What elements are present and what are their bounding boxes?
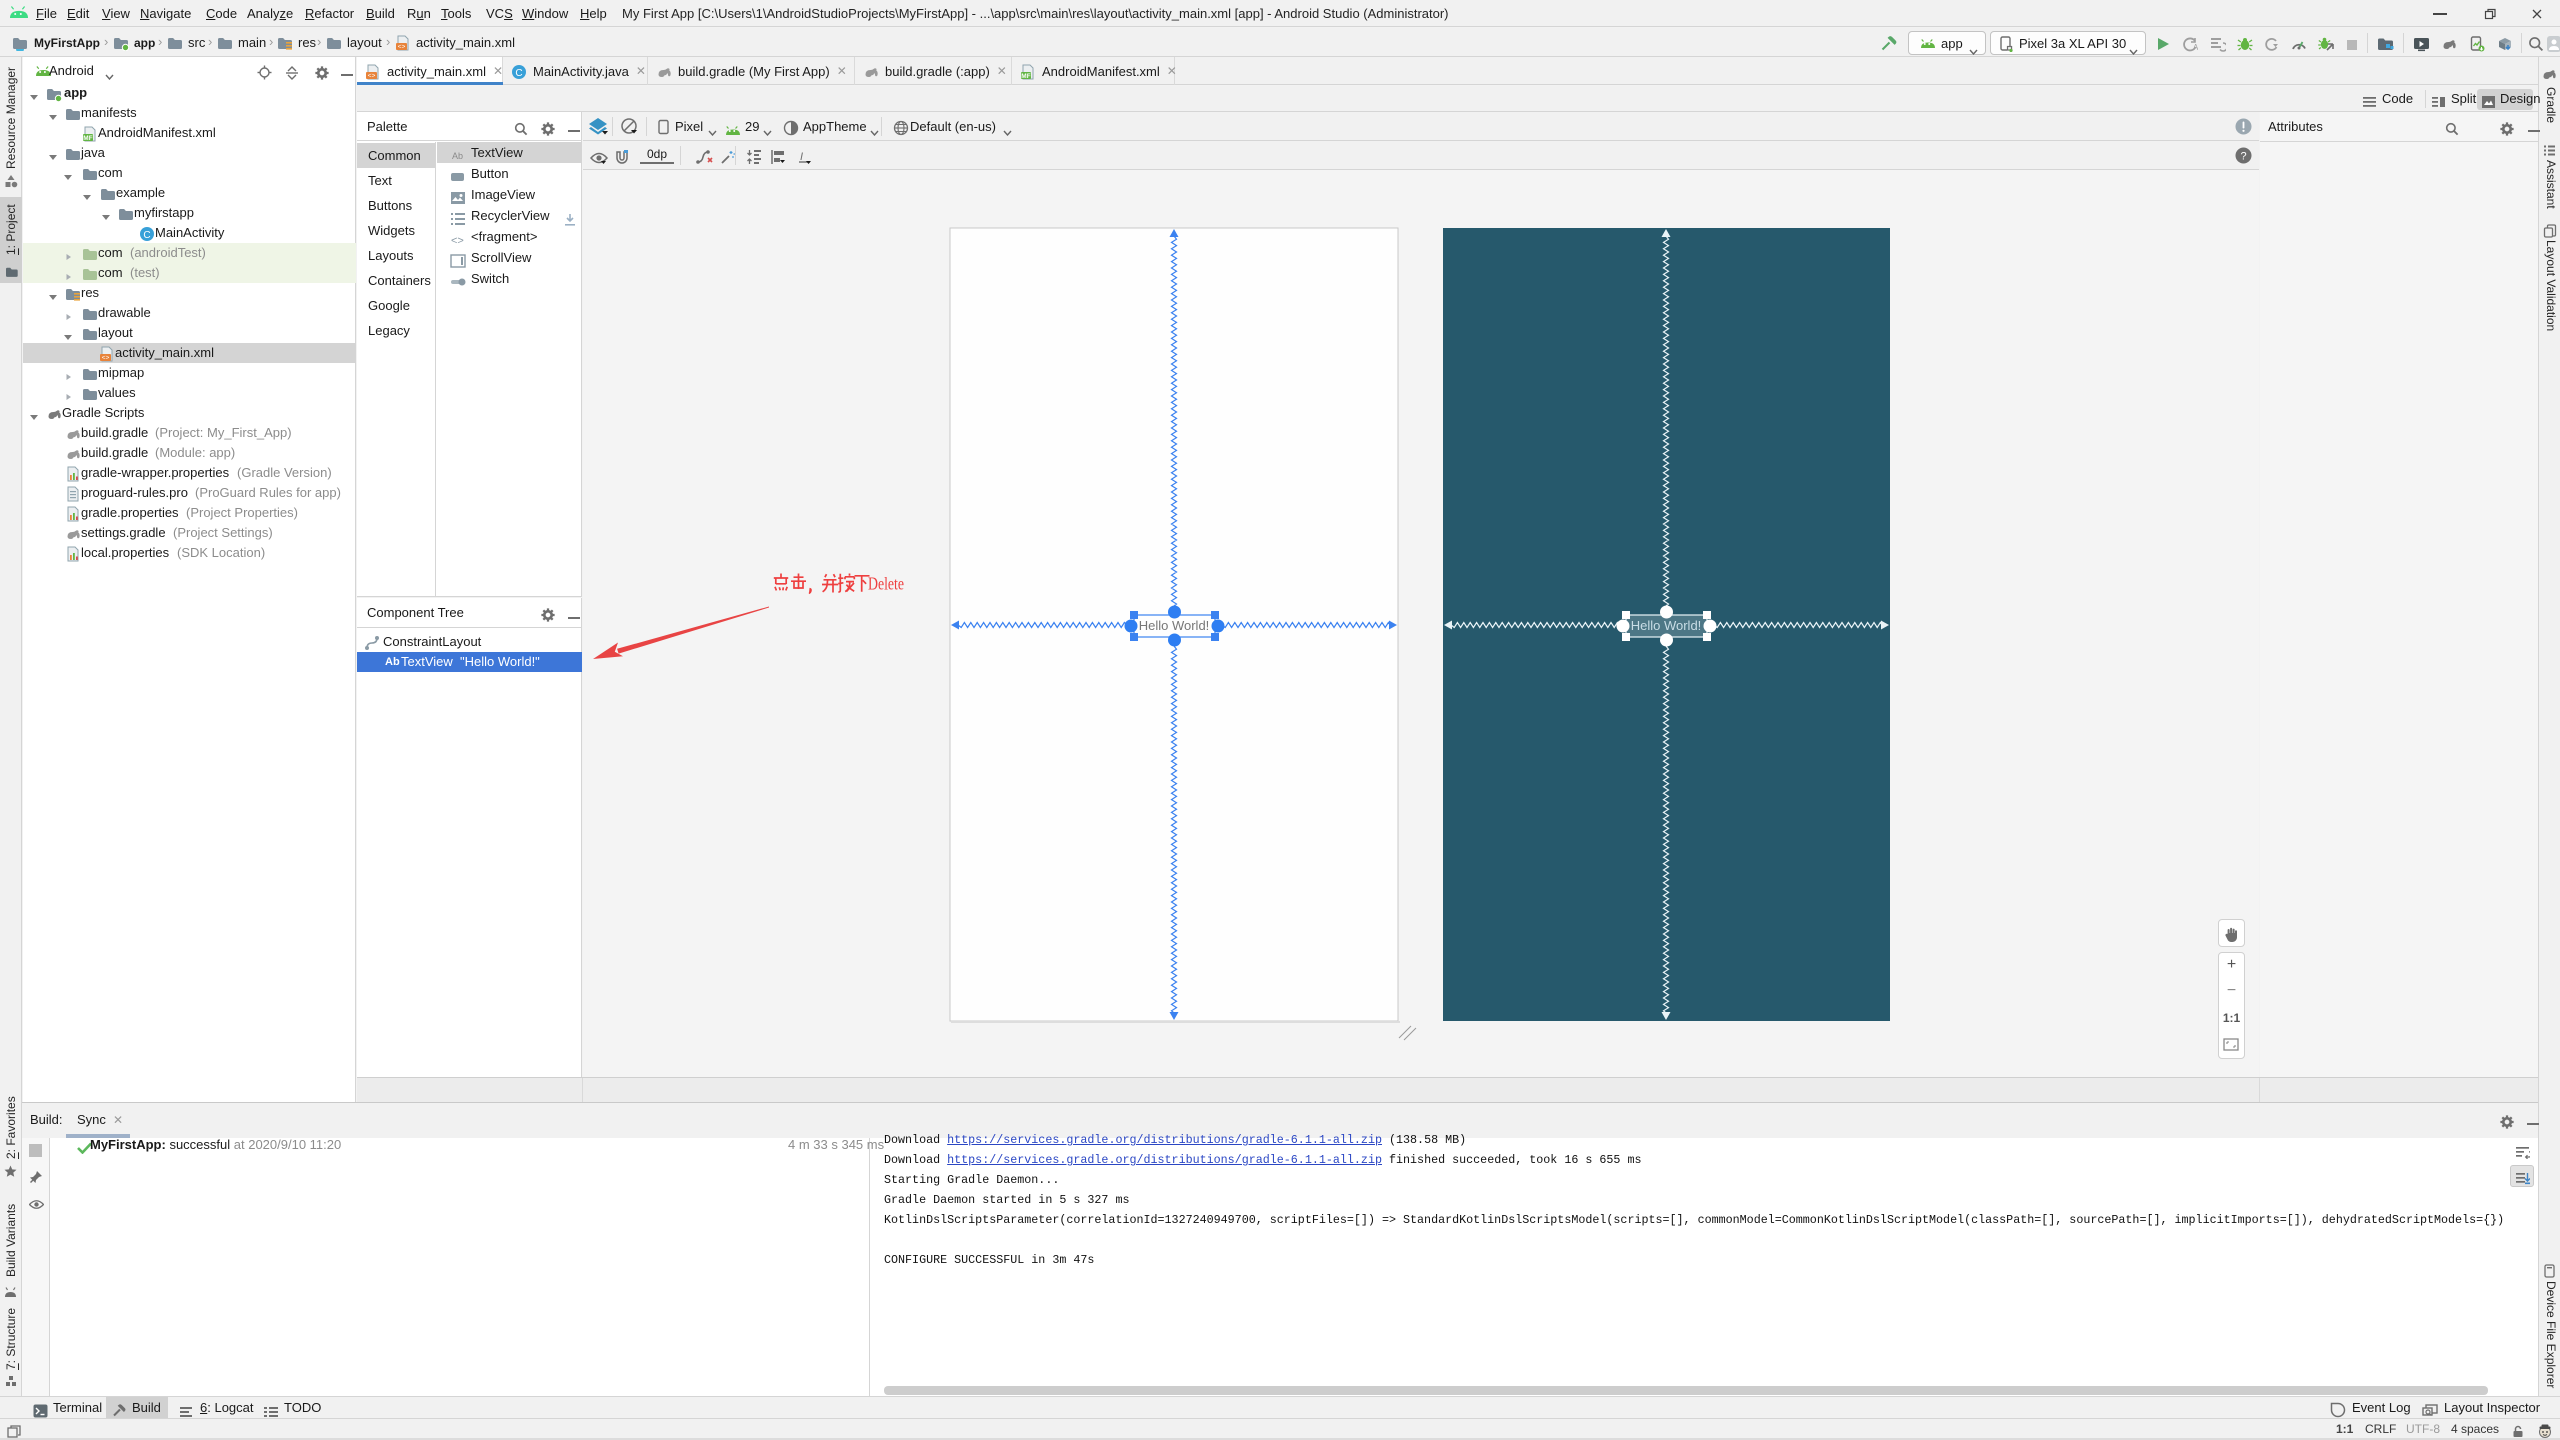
svg-text:Hello World!: Hello World! xyxy=(1631,618,1702,633)
svg-text:I: I xyxy=(800,151,803,163)
svg-text:C: C xyxy=(515,68,522,79)
svg-text:Hello World!: Hello World! xyxy=(1139,618,1210,633)
svg-text:MF: MF xyxy=(1021,73,1030,80)
svg-text:Ab: Ab xyxy=(452,151,463,161)
svg-text:A: A xyxy=(2193,43,2198,52)
svg-text:<>: <> xyxy=(451,235,464,247)
svg-text:<>: <> xyxy=(102,354,110,361)
svg-text:MF: MF xyxy=(83,134,92,141)
svg-text:Delete: Delete xyxy=(868,574,904,594)
svg-text:<>: <> xyxy=(398,43,406,50)
svg-text:C: C xyxy=(143,229,150,240)
svg-text:<>: <> xyxy=(368,73,376,80)
svg-text:?: ? xyxy=(2240,151,2246,163)
